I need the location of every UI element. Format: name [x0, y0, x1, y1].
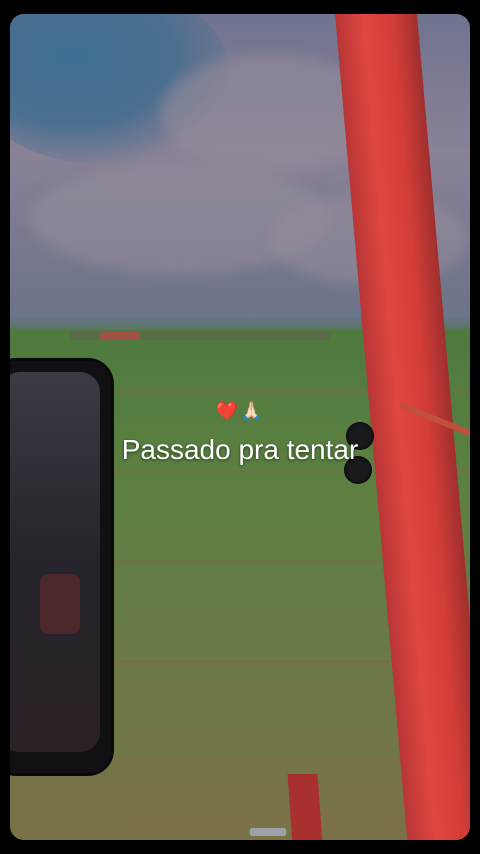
red-cab-pillar-base [287, 774, 323, 840]
heart-praying-hands-icon: ❤️🙏🏻 [215, 401, 265, 421]
caption-overlay: ❤️🙏🏻 Passado pra tentar [0, 398, 480, 470]
caption-text: Passado pra tentar [121, 434, 359, 465]
distant-red-object [100, 332, 140, 340]
video-frame: ❤️🙏🏻 Passado pra tentar [0, 0, 480, 854]
bottom-marker [250, 828, 286, 836]
mirror-reflection [40, 574, 80, 634]
